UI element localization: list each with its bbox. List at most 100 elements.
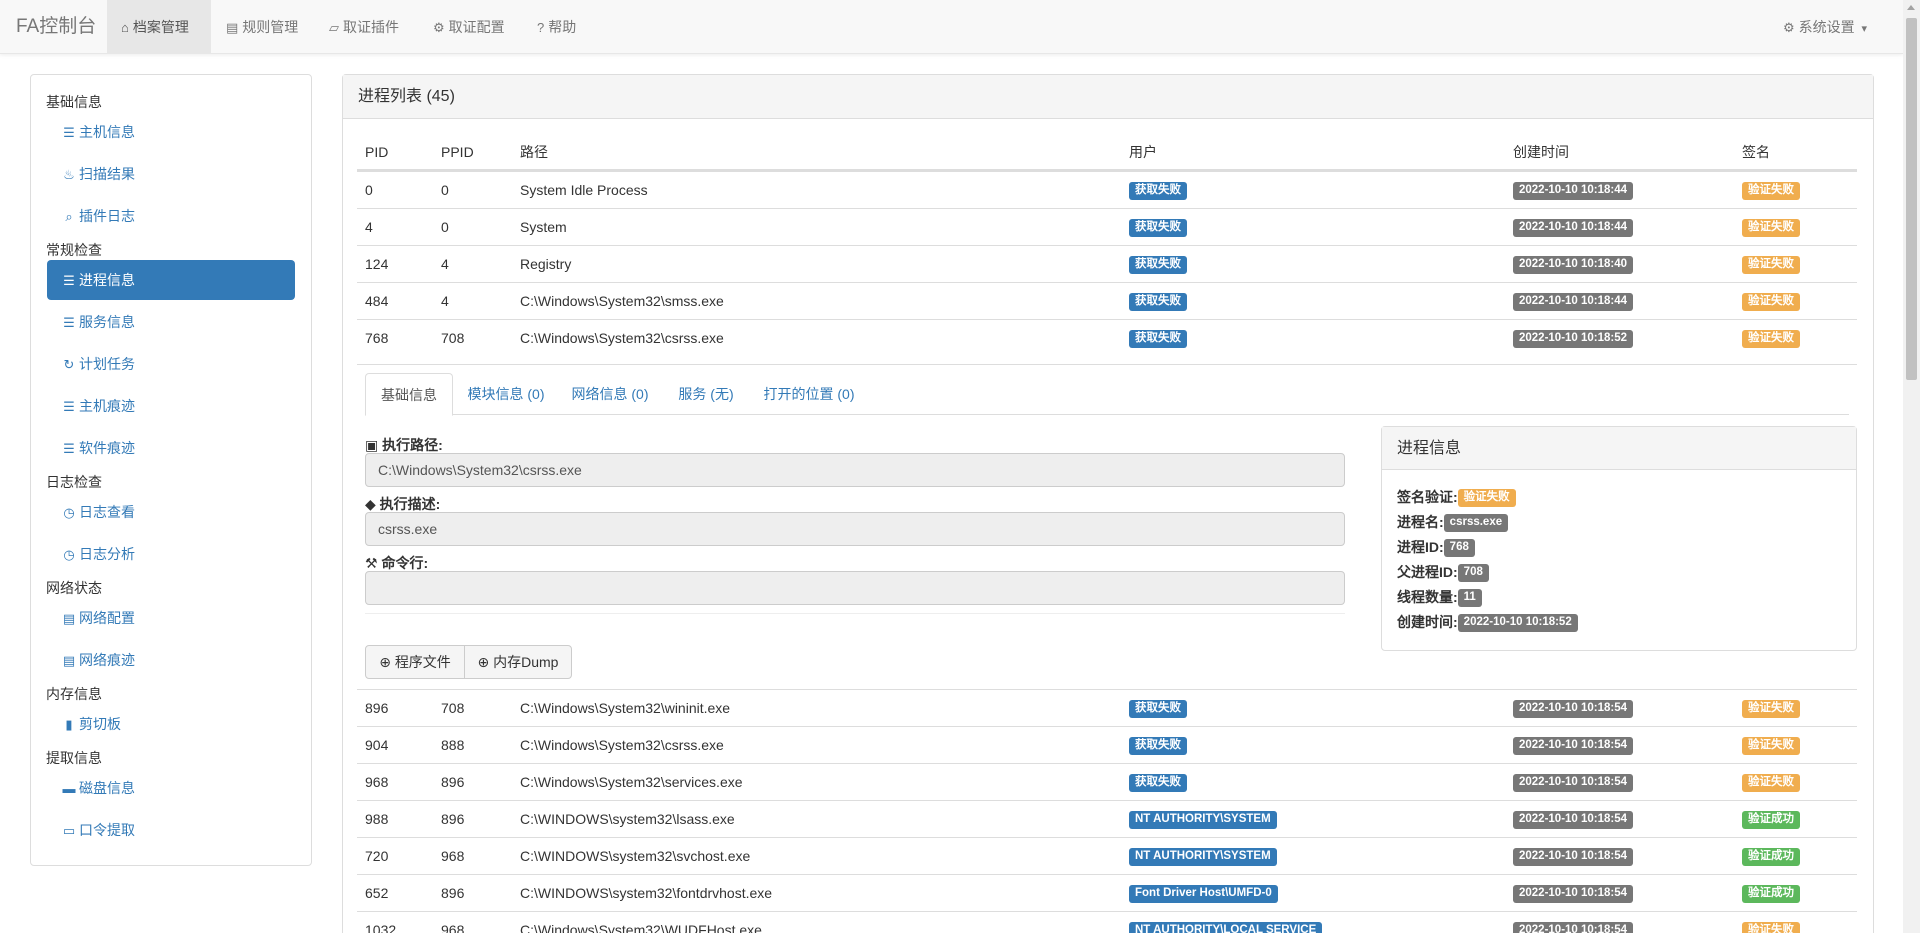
sidebar-item-log-view[interactable]: ◷ 日志查看 <box>47 492 295 532</box>
cell-signature: 验证失败 <box>1742 320 1800 357</box>
table-row[interactable]: 896 708 C:\Windows\System32\wininit.exe 获取失… <box>357 689 1857 726</box>
signature-badge: 验证失败 <box>1742 219 1800 238</box>
exec-path-field[interactable]: C:\Windows\System32\csrss.exe <box>365 453 1345 487</box>
user-badge: 获取失败 <box>1129 219 1187 238</box>
sidebar-item-log-analysis[interactable]: ◷ 日志分析 <box>47 534 295 574</box>
cell-pid: 968 <box>365 774 389 790</box>
sidebar-item-disk-info[interactable]: ▬ 磁盘信息 <box>47 768 295 808</box>
download-program-file-button[interactable]: ⊕ 程序文件 <box>365 645 465 679</box>
nav-forensic-plugins[interactable]: ▱ 取证插件 <box>329 0 399 54</box>
scroll-up-arrow-icon[interactable] <box>1907 5 1915 10</box>
cell-signature: 验证失败 <box>1742 912 1800 933</box>
col-path: 路径 <box>520 144 548 160</box>
list-alt-icon: ▤ <box>62 611 76 626</box>
sidebar-item-process-info[interactable]: ☰ 进程信息 <box>47 260 295 300</box>
table-row[interactable]: 652 896 C:\WINDOWS\system32\fontdrvhost.ex… <box>357 874 1857 911</box>
cmdline-field[interactable] <box>365 571 1345 605</box>
exec-desc-field[interactable]: csrss.exe <box>365 512 1345 546</box>
table-row[interactable]: 124 4 Registry 获取失败 2022-10-10 10:18:40 验证失败 <box>357 245 1857 282</box>
search-icon: ⌕ <box>65 209 73 224</box>
cell-created: 2022-10-10 10:18:44 <box>1513 283 1634 320</box>
cell-signature: 验证失败 <box>1742 172 1800 209</box>
cell-path: C:\WINDOWS\system32\svchost.exe <box>520 848 751 864</box>
info-threads: 线程数量: 11 <box>1397 587 1482 608</box>
floppy-disk-icon: ▣ <box>365 437 379 453</box>
tasks-icon: ☰ <box>63 399 75 414</box>
brand-title[interactable]: FA控制台 <box>16 0 96 54</box>
nav-rule-management[interactable]: ▤ 规则管理 <box>226 0 298 54</box>
tab-open-locations[interactable]: 打开的位置 (0) <box>751 373 867 415</box>
info-process-name: 进程名: csrss.exe <box>1397 512 1509 533</box>
table-row[interactable]: 720 968 C:\WINDOWS\system32\svchost.exe NT … <box>357 837 1857 874</box>
cell-created: 2022-10-10 10:18:54 <box>1513 801 1634 838</box>
cell-ppid: 968 <box>441 848 465 864</box>
sidebar-item-network-traces[interactable]: ▤ 网络痕迹 <box>47 640 295 680</box>
user-badge: 获取失败 <box>1129 700 1187 719</box>
cell-path: C:\Windows\System32\csrss.exe <box>520 737 724 753</box>
table-row[interactable]: 484 4 C:\Windows\System32\smss.exe 获取失败 2022… <box>357 282 1857 319</box>
table-row[interactable]: 1032 968 C:\Windows\System32\WUDFHost.exe N… <box>357 911 1857 933</box>
table-header: PID PPID 路径 用户 创建时间 签名 <box>357 134 1857 171</box>
cell-ppid: 708 <box>441 700 465 716</box>
sidebar-item-host-info[interactable]: ☰ 主机信息 <box>47 112 295 152</box>
sidebar-group-extract: 提取信息 <box>46 750 102 766</box>
cell-path: C:\WINDOWS\system32\fontdrvhost.exe <box>520 885 773 901</box>
cell-ppid: 968 <box>441 922 465 933</box>
signature-badge: 验证失败 <box>1742 182 1800 201</box>
cell-pid: 652 <box>365 885 389 901</box>
signature-badge: 验证失败 <box>1742 774 1800 793</box>
cell-path: C:\Windows\System32\csrss.exe <box>520 330 724 346</box>
sidebar-item-service-info[interactable]: ☰ 服务信息 <box>47 302 295 342</box>
file-icon: ▮ <box>65 717 73 732</box>
cell-created: 2022-10-10 10:18:54 <box>1513 690 1634 727</box>
memory-dump-button[interactable]: ⊕ 内存Dump <box>464 645 572 679</box>
user-badge: 获取失败 <box>1129 293 1187 312</box>
sidebar-item-network-config[interactable]: ▤ 网络配置 <box>47 598 295 638</box>
table-row[interactable]: 988 896 C:\WINDOWS\system32\lsass.exe NT AU… <box>357 800 1857 837</box>
tasks-icon: ☰ <box>63 273 75 288</box>
sidebar-group-routine: 常规检查 <box>46 242 102 258</box>
cell-path: System Idle Process <box>520 182 648 198</box>
tab-basic-info[interactable]: 基础信息 <box>365 373 453 416</box>
divider <box>365 613 1345 614</box>
home-icon: ⌂ <box>121 20 129 35</box>
table-row[interactable]: 768 708 C:\Windows\System32\csrss.exe 获取失败 2… <box>357 319 1857 356</box>
cell-signature: 验证失败 <box>1742 727 1800 764</box>
system-settings-dropdown[interactable]: ⚙ 系统设置 ▾ <box>1783 0 1867 54</box>
nav-archive-management[interactable]: ⌂ 档案管理 <box>107 0 211 54</box>
tab-modules[interactable]: 模块信息 (0) <box>457 373 555 415</box>
table-row[interactable]: 4 0 System 获取失败 2022-10-10 10:18:44 验证失败 <box>357 208 1857 245</box>
tab-services[interactable]: 服务 (无) <box>665 373 747 415</box>
sidebar-item-software-traces[interactable]: ☰ 软件痕迹 <box>47 428 295 468</box>
cell-signature: 验证成功 <box>1742 801 1800 838</box>
sidebar-item-scan-results[interactable]: ♨ 扫描结果 <box>47 154 295 194</box>
cell-user: 获取失败 <box>1129 209 1187 246</box>
time-badge: 2022-10-10 10:18:52 <box>1513 330 1634 349</box>
cell-ppid: 896 <box>441 885 465 901</box>
exec-path-label: ▣ 执行路径: <box>365 437 443 453</box>
nav-forensic-config[interactable]: ⚙ 取证配置 <box>433 0 505 54</box>
wrench-icon: ⚒ <box>365 555 378 571</box>
cell-created: 2022-10-10 10:18:54 <box>1513 875 1634 912</box>
time-icon: ◷ <box>63 547 75 562</box>
table-row[interactable]: 0 0 System Idle Process 获取失败 2022-10-10 10:1… <box>357 171 1857 208</box>
sidebar-item-scheduled-tasks[interactable]: ↻ 计划任务 <box>47 344 295 384</box>
sidebar-item-host-traces[interactable]: ☰ 主机痕迹 <box>47 386 295 426</box>
cell-ppid: 888 <box>441 737 465 753</box>
tab-network[interactable]: 网络信息 (0) <box>561 373 659 415</box>
sidebar-item-plugin-log[interactable]: ⌕ 插件日志 <box>47 196 295 236</box>
sidebar-item-clipboard[interactable]: ▮ 剪切板 <box>47 704 295 744</box>
page-scrollbar[interactable] <box>1903 0 1920 933</box>
table-row[interactable]: 968 896 C:\Windows\System32\services.exe 获取… <box>357 763 1857 800</box>
scrollbar-thumb[interactable] <box>1906 18 1917 380</box>
time-badge: 2022-10-10 10:18:54 <box>1513 885 1634 904</box>
table-row[interactable]: 904 888 C:\Windows\System32\csrss.exe 获取失败 2… <box>357 726 1857 763</box>
signature-badge: 验证失败 <box>1742 700 1800 719</box>
sidebar-group-logs: 日志检查 <box>46 474 102 490</box>
nav-help[interactable]: ? 帮助 <box>537 0 576 54</box>
sidebar-item-password-extract[interactable]: ▭ 口令提取 <box>47 810 295 850</box>
signature-badge: 验证失败 <box>1742 256 1800 275</box>
detail-tabs: 基础信息 模块信息 (0) 网络信息 (0) 服务 (无) 打开的位置 (0) <box>365 373 1849 416</box>
cell-signature: 验证失败 <box>1742 209 1800 246</box>
cell-created: 2022-10-10 10:18:40 <box>1513 246 1634 283</box>
